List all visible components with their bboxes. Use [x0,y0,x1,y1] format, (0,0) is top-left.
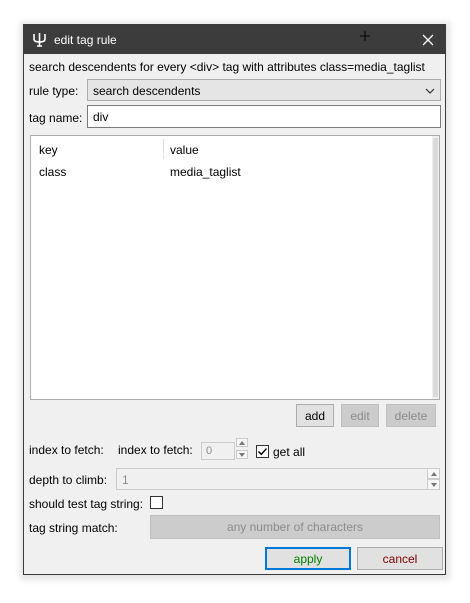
arrow-up-icon [430,471,437,476]
close-icon [422,34,434,45]
add-button[interactable]: add [296,404,334,427]
apply-button[interactable]: apply [265,547,351,570]
cancel-label: cancel [382,551,418,566]
index-to-fetch-spinner[interactable]: 0 [201,438,249,460]
depth-down-button[interactable] [427,479,440,490]
should-test-tag-string-checkbox[interactable] [150,496,163,509]
checkmark-icon [258,448,268,456]
title-bar[interactable]: edit tag rule [24,25,445,54]
rule-type-dropdown[interactable]: search descendents [87,79,441,101]
index-to-fetch-inner-label: index to fetch: [118,443,193,457]
attributes-list[interactable]: key value class media_taglist [30,135,440,400]
rule-description: search descendents for every <div> tag w… [29,60,425,74]
app-trident-icon [33,33,46,47]
apply-label: apply [293,551,323,566]
tag-name-value: div [93,110,109,124]
arrow-down-icon [430,482,437,487]
index-to-fetch-input[interactable]: 0 [201,442,235,460]
tag-string-match-button[interactable]: any number of characters [150,515,440,539]
close-button[interactable] [411,25,445,54]
rule-type-value: search descendents [93,84,201,98]
attribute-value: media_taglist [170,165,241,179]
chevron-down-icon [425,88,435,94]
should-test-tag-string-label: should test tag string: [29,497,144,511]
arrow-down-icon [239,452,245,457]
attribute-key: class [39,165,67,179]
delete-button[interactable]: delete [386,404,436,427]
mouse-cursor-icon [360,31,370,41]
get-all-checkbox[interactable] [256,445,269,458]
column-header-key[interactable]: key [39,143,58,157]
arrow-up-icon [239,440,245,445]
index-down-button[interactable] [236,450,248,459]
list-header: key value [31,136,433,161]
column-divider[interactable] [163,139,164,159]
depth-up-button[interactable] [427,468,440,479]
tag-name-label: tag name: [29,111,83,125]
tag-name-input[interactable]: div [87,105,441,128]
rule-type-label: rule type: [29,84,79,98]
get-all-label: get all [273,445,306,459]
depth-to-climb-label: depth to climb: [29,473,108,487]
scrollbar-thumb[interactable] [433,138,438,397]
tag-string-match-label: tag string match: [29,521,118,535]
depth-to-climb-value: 1 [122,473,129,487]
depth-to-climb-input[interactable]: 1 [116,468,439,490]
index-to-fetch-value: 0 [206,445,213,457]
list-item[interactable]: class media_taglist [31,162,433,182]
edit-button[interactable]: edit [341,404,379,427]
index-to-fetch-label: index to fetch: [29,443,104,457]
column-header-value[interactable]: value [170,143,199,157]
window-title: edit tag rule [54,33,117,47]
list-scrollbar[interactable] [432,136,439,399]
cancel-button[interactable]: cancel [357,547,443,570]
index-up-button[interactable] [236,438,248,447]
edit-tag-rule-dialog: edit tag rule search descendents for eve… [23,24,446,575]
